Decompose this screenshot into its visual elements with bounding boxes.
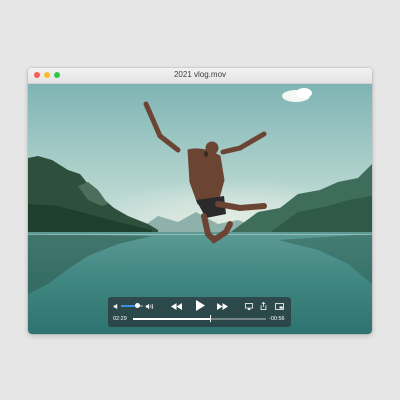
elapsed-time: 02:29	[113, 316, 127, 322]
fast-forward-icon[interactable]	[216, 301, 228, 311]
picture-in-picture-icon[interactable]	[274, 302, 284, 310]
airplay-icon[interactable]	[244, 302, 253, 310]
remaining-time: -00:56	[269, 316, 285, 322]
playback-controls: 02:29 -00:56	[108, 297, 291, 327]
volume-knob[interactable]	[134, 303, 140, 308]
share-icon[interactable]	[259, 301, 267, 310]
volume-slider[interactable]	[121, 303, 143, 308]
video-frame[interactable]: 02:29 -00:56	[28, 84, 372, 334]
title-bar[interactable]: 2021 vlog.mov	[28, 68, 372, 84]
speaker-high-icon[interactable]	[145, 302, 154, 310]
rewind-icon[interactable]	[170, 301, 182, 311]
window-title: 2021 vlog.mov	[173, 70, 227, 79]
playhead[interactable]	[210, 315, 212, 322]
speaker-low-icon[interactable]	[112, 302, 120, 310]
player-window: 2021 vlog.mov 02:29 -00:56	[28, 68, 372, 334]
progress-scrubber[interactable]	[133, 315, 266, 322]
progress-fill	[133, 318, 211, 320]
play-icon[interactable]	[194, 299, 206, 312]
